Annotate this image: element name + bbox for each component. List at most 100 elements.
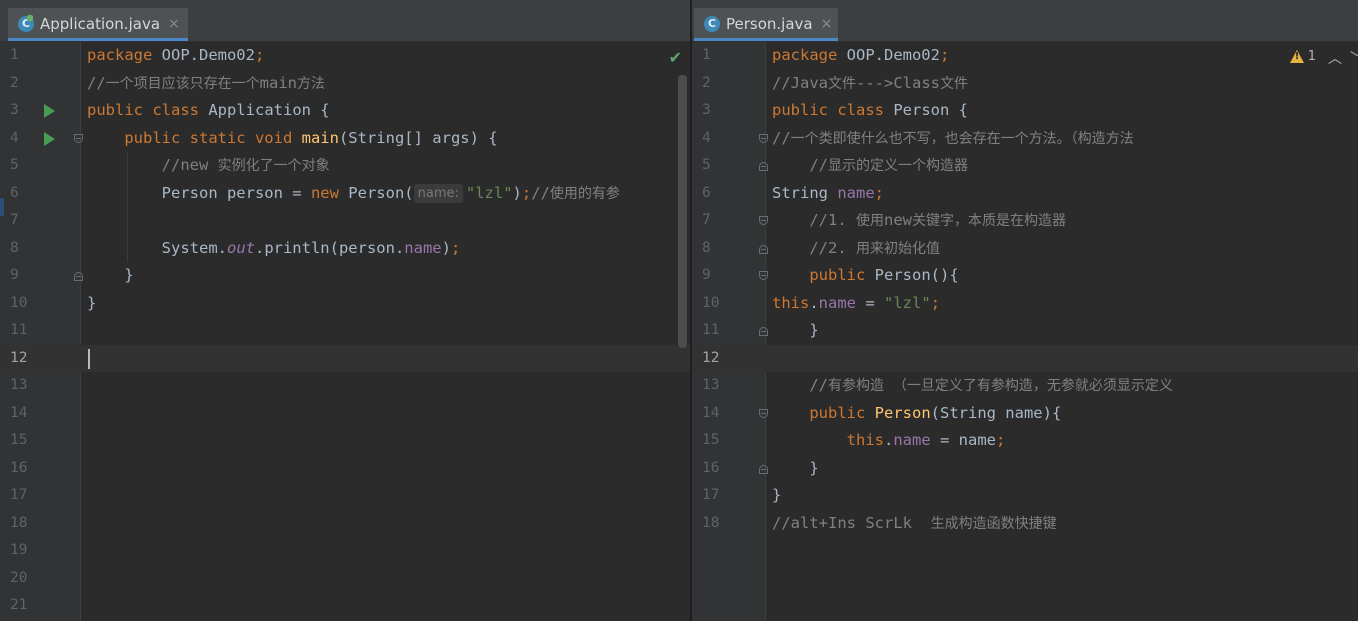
code-line[interactable]: 19 [0,537,690,565]
code-line[interactable]: 18 //alt+Ins ScrLk 生成构造函数快捷键 [692,510,1358,538]
line-number[interactable]: 16 [702,455,736,483]
fold-icon[interactable] [759,327,768,336]
code-line[interactable]: 20 [0,565,690,593]
code-line[interactable]: 15 this.name = name; [692,427,1358,455]
line-number[interactable]: 7 [10,207,44,235]
line-number[interactable]: 8 [10,235,44,263]
line-number[interactable]: 10 [10,290,44,318]
code-line[interactable]: 12 [0,344,690,373]
code-line[interactable]: 10 this.name = "lzl"; [692,290,1358,318]
code-line[interactable]: 13 //有参构造 （一旦定义了有参构造，无参就必须显示定义 [692,372,1358,400]
line-number[interactable]: 16 [10,455,44,483]
code-line[interactable]: 4 public static void main(String[] args)… [0,125,690,153]
code-line[interactable]: 17 [0,482,690,510]
line-number[interactable]: 11 [10,317,44,345]
code-line[interactable]: 2 //Java文件--->Class文件 [692,70,1358,98]
code-line[interactable]: 9 } [0,262,690,290]
line-number[interactable]: 9 [10,262,44,290]
code-line[interactable]: 14 public Person(String name){ [692,400,1358,428]
code-line[interactable]: 1 package OOP.Demo02; [0,42,690,70]
code-line[interactable]: 10} [0,290,690,318]
fold-icon[interactable] [759,162,768,171]
fold-icon[interactable] [759,216,768,225]
line-number[interactable]: 18 [702,510,736,538]
vertical-scrollbar[interactable] [678,75,687,348]
line-number[interactable]: 8 [702,235,736,263]
code-line[interactable]: 6 Person person = new Person(name: "lzl")… [0,180,690,208]
tab-application-java[interactable]: C Application.java × [8,8,188,41]
line-number[interactable]: 14 [702,400,736,428]
code-line[interactable]: 16 } [692,455,1358,483]
code-line[interactable]: 3 public class Application { [0,97,690,125]
line-number[interactable]: 3 [10,97,44,125]
run-icon[interactable] [44,104,55,118]
code-line[interactable]: 11 } [692,317,1358,345]
line-number[interactable]: 5 [10,152,44,180]
line-number[interactable]: 5 [702,152,736,180]
line-number[interactable]: 19 [10,537,44,565]
code-line[interactable]: 9 public Person(){ [692,262,1358,290]
line-number[interactable]: 15 [10,427,44,455]
line-number[interactable]: 14 [10,400,44,428]
fold-icon[interactable] [74,272,83,281]
line-number[interactable]: 7 [702,207,736,235]
code-line[interactable]: 8 System.out.println(person.name); [0,235,690,263]
line-number[interactable]: 1 [10,42,44,70]
close-tab-icon[interactable]: × [168,16,180,32]
code-text: //1. 使用new关键字，本质是在构造器 [809,211,1066,229]
code-line[interactable]: 5 //显示的定义一个构造器 [692,152,1358,180]
tab-person-java[interactable]: C Person.java × [694,8,838,41]
inspection-ok-icon[interactable]: ✔ [669,48,682,67]
line-number[interactable]: 4 [10,125,44,153]
run-icon[interactable] [44,131,55,146]
close-tab-icon[interactable]: × [821,16,833,32]
line-number[interactable]: 13 [702,372,736,400]
fold-icon[interactable] [759,464,768,474]
line-number[interactable]: 17 [10,482,44,510]
warnings-indicator[interactable]: 1 [1289,49,1316,64]
code-line[interactable]: 15 [0,427,690,455]
code-line[interactable]: 17} [692,482,1358,510]
line-number[interactable]: 6 [702,180,736,208]
line-number[interactable]: 1 [702,42,736,70]
fold-icon[interactable] [759,244,768,254]
fold-icon[interactable] [759,133,768,143]
line-number[interactable]: 15 [702,427,736,455]
line-number[interactable]: 21 [10,592,44,620]
code-line[interactable]: 14 [0,400,690,428]
fold-icon[interactable] [759,271,768,280]
next-highlight-icon[interactable]: ﹀ [1350,48,1358,68]
line-number[interactable]: 17 [702,482,736,510]
line-number[interactable]: 2 [702,70,736,98]
line-number[interactable]: 2 [10,70,44,98]
code-line[interactable]: 21 [0,592,690,620]
code-line[interactable]: 18 [0,510,690,538]
line-number[interactable]: 3 [702,97,736,125]
code-line[interactable]: 1 package OOP.Demo02; [692,42,1358,70]
prev-highlight-icon[interactable]: ︿ [1328,48,1342,68]
line-number[interactable]: 20 [10,565,44,593]
line-number[interactable]: 18 [10,510,44,538]
code-line[interactable]: 16 [0,455,690,483]
code-line[interactable]: 13 [0,372,690,400]
code-line[interactable]: 3 public class Person { [692,97,1358,125]
line-number[interactable]: 11 [702,317,736,345]
line-number[interactable]: 4 [702,125,736,153]
code-line[interactable]: 12 [692,344,1358,373]
line-number[interactable]: 10 [702,290,736,318]
line-number[interactable]: 13 [10,372,44,400]
code-line[interactable]: 2 //一个项目应该只存在一个main方法 [0,70,690,98]
code-line[interactable]: 6 String name; [692,180,1358,208]
fold-icon[interactable] [759,408,768,418]
line-number[interactable]: 12 [10,345,44,373]
line-number[interactable]: 9 [702,262,736,290]
line-number[interactable]: 12 [702,345,736,373]
code-line[interactable]: 4 //一个类即使什么也不写，也会存在一个方法。（构造方法 [692,125,1358,153]
code-line[interactable]: 8 //2. 用来初始化值 [692,235,1358,263]
line-number[interactable]: 6 [10,180,44,208]
code-line[interactable]: 7 [0,207,690,235]
code-line[interactable]: 11 [0,317,690,345]
code-line[interactable]: 5 //new 实例化了一个对象 [0,152,690,180]
fold-icon[interactable] [74,133,83,143]
code-line[interactable]: 7 //1. 使用new关键字，本质是在构造器 [692,207,1358,235]
